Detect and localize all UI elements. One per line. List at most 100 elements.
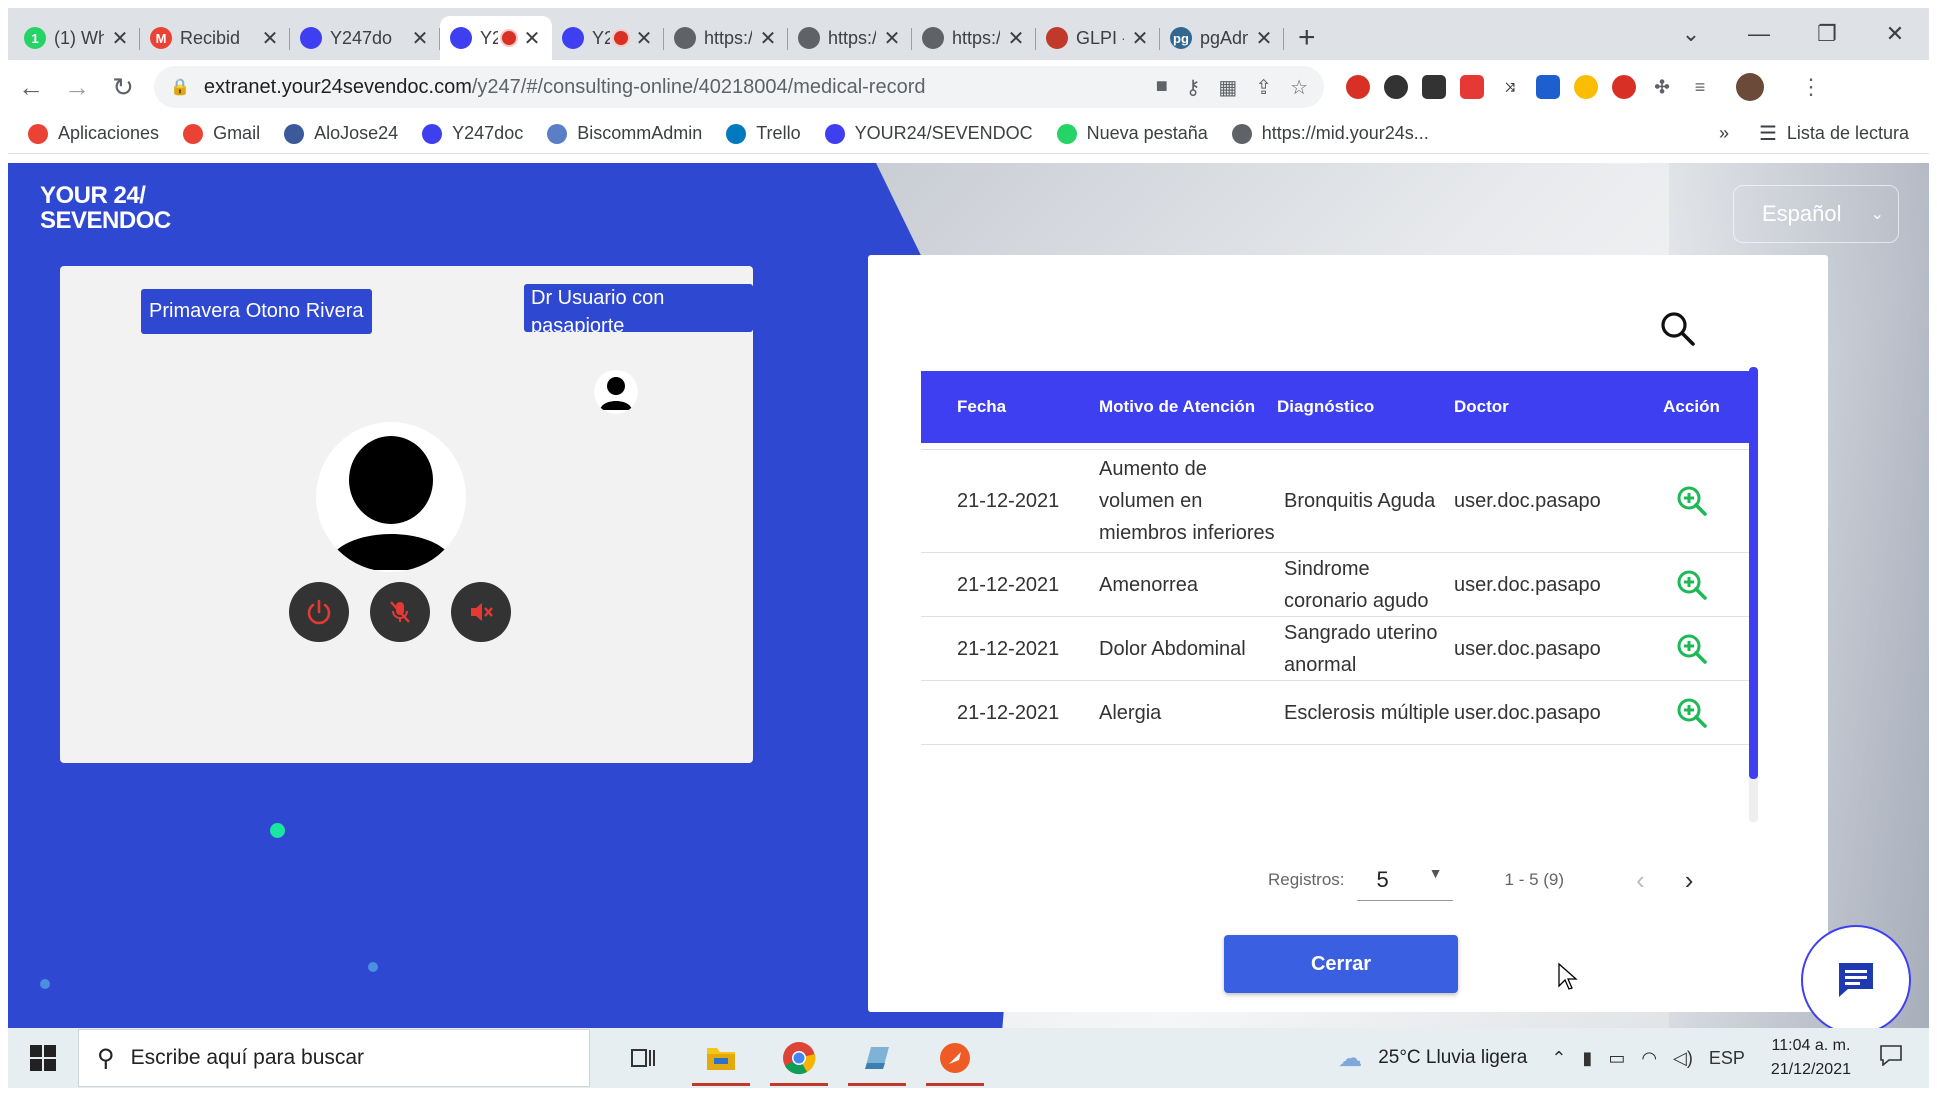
tab-close-icon[interactable]: ✕: [1130, 26, 1150, 51]
tab-close-icon[interactable]: ✕: [410, 26, 430, 51]
media-control-icon[interactable]: ≡: [1688, 75, 1712, 99]
column-header-fecha[interactable]: Fecha: [921, 397, 1099, 417]
extension-sof-icon[interactable]: [1536, 75, 1560, 99]
tab-close-icon[interactable]: ✕: [882, 26, 902, 51]
extension-rs-icon[interactable]: [1460, 75, 1484, 99]
chevron-up-icon[interactable]: ⌃: [1551, 1048, 1566, 1069]
tab-close-icon[interactable]: ✕: [758, 26, 778, 51]
speaker-icon[interactable]: ◁): [1673, 1048, 1693, 1069]
url-text[interactable]: extranet.your24sevendoc.com/y247/#/consu…: [204, 76, 1156, 99]
language-select[interactable]: Español ⌄: [1733, 185, 1899, 243]
clock[interactable]: 11:04 a. m. 21/12/2021: [1771, 1034, 1851, 1082]
tab-close-icon[interactable]: ✕: [1254, 26, 1274, 51]
bookmark-item[interactable]: BiscommAdmin: [547, 123, 702, 144]
end-call-button[interactable]: [289, 582, 349, 642]
address-bar[interactable]: 🔒 extranet.your24sevendoc.com/y247/#/con…: [154, 66, 1324, 108]
lock-icon[interactable]: 🔒: [170, 77, 190, 97]
bookmark-item[interactable]: Y247doc: [422, 123, 523, 144]
extension-chrome-icon[interactable]: [1574, 75, 1598, 99]
new-tab-button[interactable]: +: [1284, 16, 1330, 60]
page-size-select[interactable]: 5 ▼: [1356, 859, 1453, 901]
wifi-icon[interactable]: ◠: [1641, 1048, 1657, 1069]
tab-close-icon[interactable]: ✕: [260, 26, 280, 51]
browser-tab[interactable]: https:// ✕: [912, 16, 1036, 60]
minimize-icon[interactable]: —: [1725, 21, 1793, 47]
bookmark-item[interactable]: Trello: [726, 123, 801, 144]
mute-speaker-button[interactable]: [451, 582, 511, 642]
browser-tab[interactable]: pgpgAdm ✕: [1160, 16, 1284, 60]
view-record-button[interactable]: [1634, 569, 1749, 601]
bookmark-item[interactable]: https://mid.your24s...: [1231, 123, 1429, 144]
windows-start-icon[interactable]: [8, 1045, 78, 1071]
tab-close-icon[interactable]: ✕: [110, 26, 130, 51]
bookmark-item[interactable]: Gmail: [183, 123, 260, 144]
weather-widget[interactable]: ☁ 25°C Lluvia ligera: [1338, 1044, 1527, 1073]
microphone-icon[interactable]: ▮: [1582, 1048, 1592, 1069]
bookmark-item[interactable]: Aplicaciones: [28, 123, 159, 144]
postman-icon[interactable]: [920, 1028, 990, 1088]
browser-tab[interactable]: M Recibid ✕: [140, 16, 290, 60]
table-row[interactable]: 21-12-2021 Alergia Esclerosis múltiple user…: [921, 680, 1749, 744]
extension-se-icon[interactable]: [1422, 75, 1446, 99]
camera-icon[interactable]: ■: [1156, 75, 1168, 100]
bookmark-item[interactable]: YOUR24/SEVENDOC: [824, 123, 1033, 144]
browser-tab[interactable]: GLPI - ✕: [1036, 16, 1160, 60]
tab-search-icon[interactable]: ⌄: [1657, 21, 1725, 47]
bookmarks-more[interactable]: »: [1719, 123, 1729, 144]
app-running-indicator: [692, 1083, 750, 1086]
maximize-icon[interactable]: ❐: [1793, 21, 1861, 47]
kebab-menu-icon[interactable]: ⋮: [1800, 74, 1822, 100]
reload-icon[interactable]: ↻: [100, 72, 146, 103]
view-record-button[interactable]: [1634, 633, 1749, 665]
key-icon[interactable]: ⚷: [1186, 75, 1201, 100]
task-view-icon[interactable]: [608, 1028, 678, 1088]
star-icon[interactable]: ☆: [1290, 75, 1308, 100]
taskbar-search-input[interactable]: ⚲ Escribe aquí para buscar: [78, 1029, 590, 1087]
browser-tab[interactable]: Y2 ✕: [552, 16, 664, 60]
bookmark-item[interactable]: Nueva pestaña: [1056, 123, 1208, 144]
tab-close-icon[interactable]: ✕: [522, 26, 542, 51]
table-row[interactable]: 21-12-2021 Dolor Abdominal Sangrado uterin…: [921, 616, 1749, 680]
tab-close-icon[interactable]: ✕: [634, 26, 654, 51]
table-row[interactable]: 21-12-2021 Amenorrea Sindrome coronario ag…: [921, 552, 1749, 616]
browser-tab[interactable]: https:// ✕: [664, 16, 788, 60]
window-close-icon[interactable]: ✕: [1861, 21, 1929, 47]
share-icon[interactable]: ⇪: [1255, 75, 1272, 100]
file-explorer-icon[interactable]: [686, 1028, 756, 1088]
battery-icon[interactable]: ▭: [1608, 1048, 1625, 1069]
input-language[interactable]: ESP: [1709, 1048, 1745, 1069]
mute-mic-button[interactable]: [370, 582, 430, 642]
browser-tab[interactable]: Y2 ✕: [440, 16, 552, 60]
notepad-icon[interactable]: [842, 1028, 912, 1088]
brand-logo[interactable]: YOUR 24/ SEVENDOC: [40, 183, 171, 233]
view-record-button[interactable]: [1634, 697, 1749, 729]
browser-tab[interactable]: https:// ✕: [788, 16, 912, 60]
back-icon[interactable]: ←: [8, 72, 54, 103]
extension-shield-icon[interactable]: [1612, 75, 1636, 99]
bookmark-item[interactable]: AloJose24: [284, 123, 398, 144]
chat-button[interactable]: [1803, 927, 1909, 1028]
chevron-left-icon[interactable]: ‹: [1636, 865, 1645, 896]
table-row[interactable]: 21-12-2021 Aumento de volumen en miembros…: [921, 449, 1749, 552]
extension-arrow-icon[interactable]: ⤨: [1498, 75, 1522, 99]
translate-icon[interactable]: ▦: [1218, 75, 1237, 100]
tab-close-icon[interactable]: ✕: [1006, 26, 1026, 51]
table-scrollbar-thumb[interactable]: [1749, 367, 1758, 779]
chevron-right-icon[interactable]: ›: [1685, 865, 1694, 896]
column-header-motivo[interactable]: Motivo de Atención: [1099, 397, 1277, 417]
puzzle-icon[interactable]: ✣: [1650, 75, 1674, 99]
browser-tab[interactable]: 1 (1) Wh ✕: [14, 16, 140, 60]
notification-icon[interactable]: [1879, 1044, 1903, 1072]
reading-list[interactable]: ☰ Lista de lectura: [1759, 121, 1909, 146]
column-header-doctor[interactable]: Doctor: [1454, 397, 1634, 417]
close-button[interactable]: Cerrar: [1224, 935, 1458, 993]
extension-ab-icon[interactable]: [1346, 75, 1370, 99]
search-icon[interactable]: [1658, 309, 1698, 349]
chrome-icon[interactable]: [764, 1028, 834, 1088]
view-record-button[interactable]: [1634, 485, 1749, 517]
column-header-diagnostico[interactable]: Diagnóstico: [1277, 397, 1454, 417]
browser-tab[interactable]: Y247do ✕: [290, 16, 440, 60]
profile-avatar[interactable]: [1736, 73, 1764, 101]
forward-icon[interactable]: →: [54, 72, 100, 103]
extension-e-icon[interactable]: [1384, 75, 1408, 99]
